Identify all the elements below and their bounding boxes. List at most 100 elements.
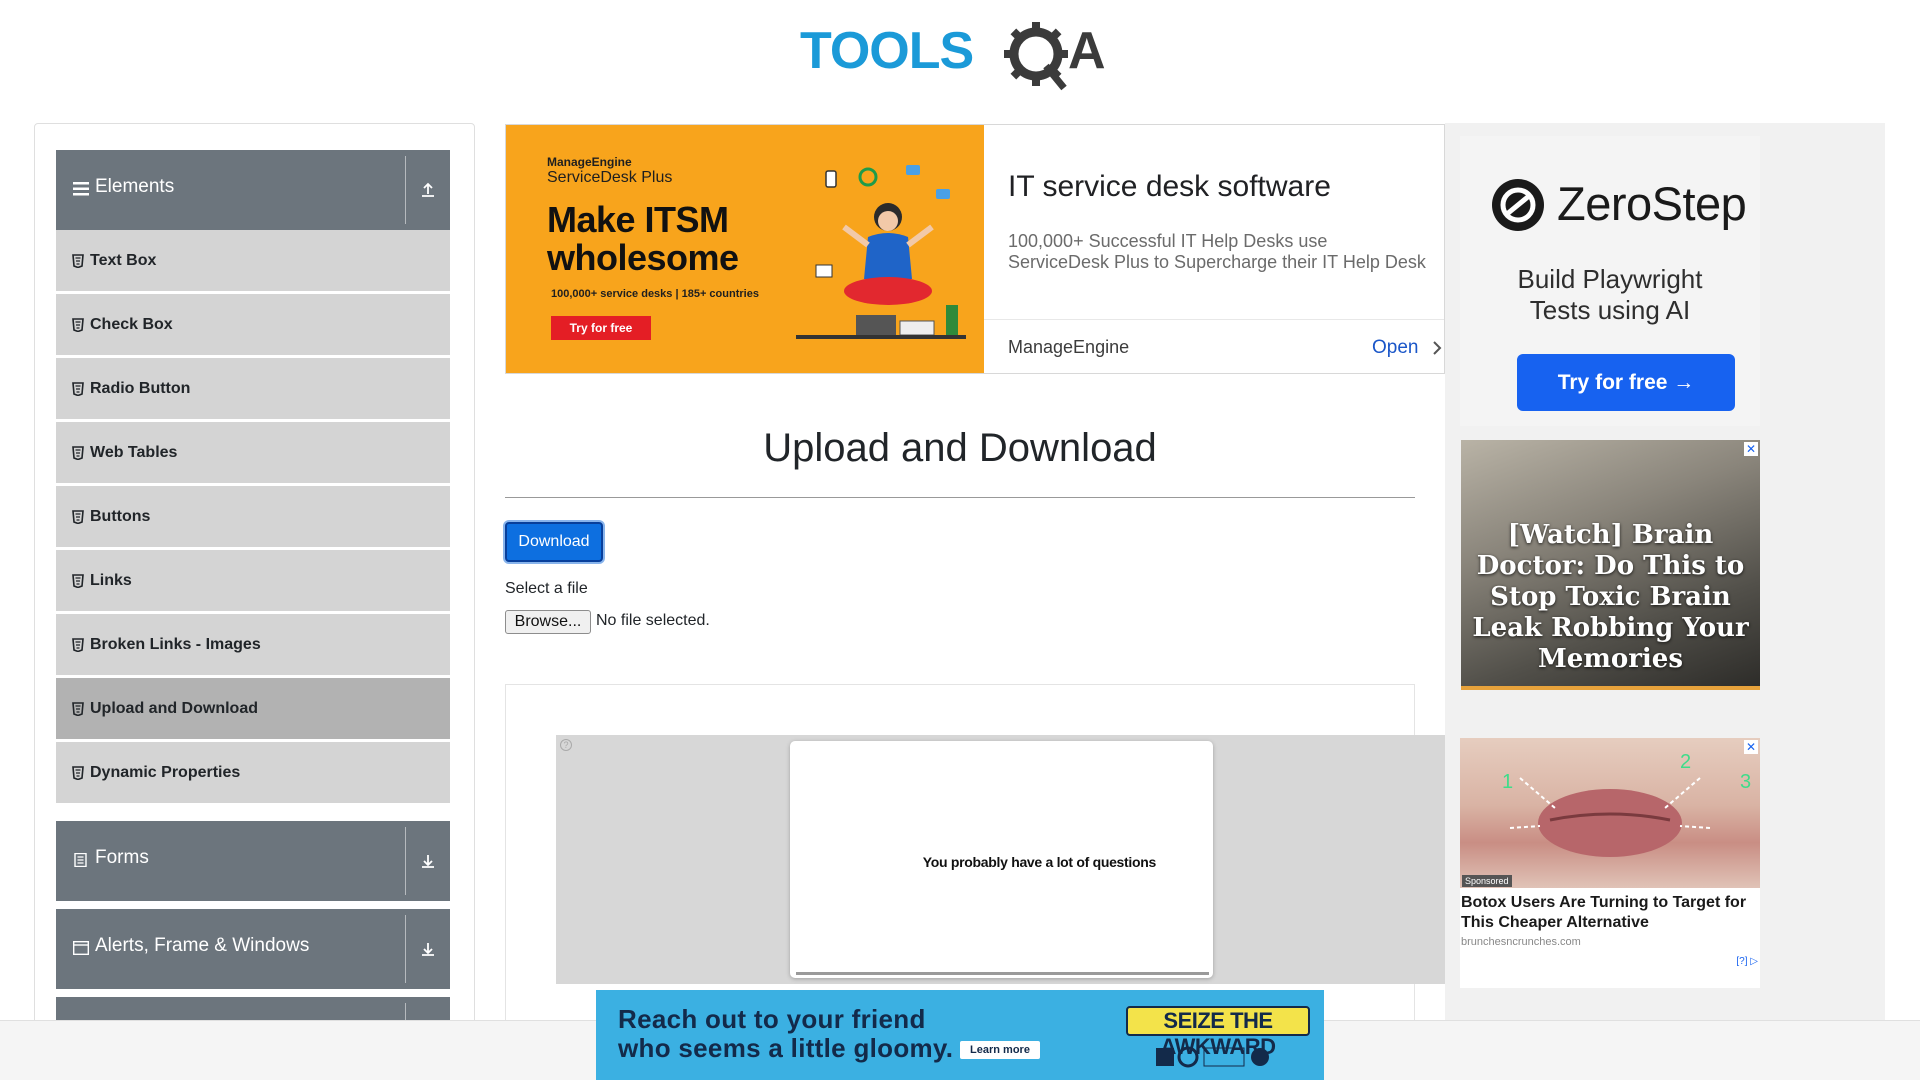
expand-arrow-icon[interactable] [418,851,438,871]
botox-ad-title[interactable]: Botox Users Are Turning to Target for Th… [1461,893,1757,933]
html5-icon [72,702,84,716]
svg-text:2: 2 [1680,751,1691,773]
adchoices-icon[interactable]: [?] ▷ [1736,956,1758,967]
sidebar-item-dynamic-properties[interactable]: Dynamic Properties [56,742,450,804]
sidebar-item-radio-button[interactable]: Radio Button [56,358,450,420]
group-header-elements[interactable]: Elements [56,150,450,230]
info-icon[interactable]: ? [560,739,572,751]
sidebar-item-upload-and-download[interactable]: Upload and Download [56,678,450,740]
sidebar-item-label: Radio Button [90,380,191,397]
sidebar-item-label: Links [90,572,132,589]
file-status-text: No file selected. [596,612,710,629]
close-icon[interactable]: ✕ [1744,442,1758,456]
form-icon [74,853,87,867]
ad-try-button[interactable]: Try for free [551,316,651,340]
zerostep-try-button[interactable]: Try for free → [1517,354,1735,411]
collapse-arrow-icon[interactable] [418,180,438,200]
brain-ad[interactable]: [Watch] Brain Doctor: Do This to Stop To… [1461,440,1760,690]
right-ad-column: ZeroStep Build Playwright Tests using AI… [1445,123,1885,1020]
sidebar-item-label: Upload and Download [90,700,258,717]
group-label-elements: Elements [95,176,175,197]
seize-the-awkward-ad[interactable]: Reach out to your friend who seems a lit… [596,990,1324,1080]
title-divider [505,497,1415,498]
ad-strip [1461,686,1760,690]
zerostep-logo-icon [1492,179,1544,231]
page-title: Upload and Download [763,426,1157,470]
sidebar-item-web-tables[interactable]: Web Tables [56,422,450,484]
ad-photo: 1 2 3 [1460,738,1760,888]
ad-brand-small: ManageEngine [547,155,632,169]
sidebar-item-label: Dynamic Properties [90,764,241,781]
lips-illustration: 1 2 3 [1502,751,1751,857]
sidebar-item-label: Broken Links - Images [90,636,261,653]
ad-headline: wholesome [547,237,739,278]
group-divider [405,156,406,224]
learn-more-button[interactable]: Learn more [960,1041,1040,1059]
brain-ad-text: [Watch] Brain Doctor: Do This to Stop To… [1472,520,1749,674]
ad-description: 100,000+ Successful IT Help Desks use Se… [1008,231,1426,272]
html5-icon [72,254,84,268]
sidebar-item-label: Web Tables [90,444,178,461]
sidebar-item-label: Buttons [90,508,151,525]
zerostep-name: ZeroStep [1557,177,1747,230]
video-ad-card[interactable]: You probably have a lot of questions [790,741,1213,978]
left-sidebar: Elements Text Box Check Box Radio Button… [34,123,475,1053]
zerostep-tagline-line: Tests using AI [1529,295,1691,325]
html5-icon [72,510,84,524]
sidebar-item-check-box[interactable]: Check Box [56,294,450,356]
sponsored-label: Sponsored [1462,875,1512,887]
browse-file-button[interactable]: Browse... [505,610,591,634]
group-header-forms[interactable]: Forms [56,821,450,901]
zerostep-ad[interactable]: ZeroStep Build Playwright Tests using AI… [1460,136,1760,426]
sidebar-item-label: Text Box [90,252,157,269]
hamburger-icon [73,182,89,196]
zerostep-tagline-line: Build Playwright [1517,264,1703,294]
select-file-label: Select a file [505,580,588,597]
group-header-alerts-frame-windows[interactable]: Alerts, Frame & Windows [56,909,450,989]
sidebar-item-label: Check Box [90,316,173,333]
svg-text:TOOLS: TOOLS [800,22,973,80]
ad-separator [984,319,1444,320]
sponsor-logos [1156,1046,1269,1068]
toolsqa-logo-graphic: TOOLS A [800,22,1106,91]
download-button[interactable]: Download [505,522,603,562]
video-ad[interactable]: ? You probably have a lot of questions [556,735,1446,984]
ad-brand-product: ServiceDesk Plus [547,169,673,186]
expand-arrow-icon[interactable] [418,939,438,959]
html5-icon [72,574,84,588]
ad-domain: brunchesncrunches.com [1461,936,1581,948]
group-divider [405,827,406,895]
group-label-forms: Forms [95,847,149,868]
video-progress-bar [796,972,1209,975]
toolsqa-logo[interactable]: TOOLS A [800,14,1125,94]
svg-text:1: 1 [1502,771,1513,793]
campaign-badge: SEIZE THE AWKWARD [1126,1006,1310,1059]
sidebar-item-buttons[interactable]: Buttons [56,486,450,548]
ad-headline: Make ITSM [547,199,729,240]
html5-icon [72,318,84,332]
close-icon[interactable]: ✕ [1744,740,1758,754]
meditation-illustration [796,165,966,339]
header: TOOLS A [0,0,1920,110]
html5-icon [72,446,84,460]
ad-banner-image[interactable]: ManageEngine ServiceDesk Plus Make ITSM … [506,125,984,373]
botox-ad[interactable]: 1 2 3 Sponsored ✕ Botox Users Are Turnin… [1460,738,1760,988]
zerostep-tagline: Build Playwright Tests using AI [1460,264,1760,326]
adchoices-label: [?] [1736,956,1748,967]
sidebar-item-links[interactable]: Links [56,550,450,612]
ad-open-link[interactable]: Open [1372,337,1418,359]
ad-advertiser: ManageEngine [1008,337,1130,357]
ad-title[interactable]: IT service desk software [1008,170,1331,204]
group-label-alerts: Alerts, Frame & Windows [95,935,310,956]
html5-icon [72,766,84,780]
sidebar-item-text-box[interactable]: Text Box [56,230,450,292]
servicedesk-ad[interactable]: ManageEngine ServiceDesk Plus Make ITSM … [505,124,1445,374]
chevron-right-icon[interactable] [1431,339,1443,357]
ad-stat: 100,000+ service desks | 185+ countries [551,288,759,300]
video-ad-text: You probably have a lot of questions [922,854,1157,870]
bottom-ad-headline: Reach out to your friend [618,1004,926,1034]
svg-text:A: A [1068,22,1106,80]
sidebar-item-broken-links-images[interactable]: Broken Links - Images [56,614,450,676]
window-icon [73,941,89,955]
bottom-ad-headline: who seems a little gloomy. [618,1033,954,1063]
